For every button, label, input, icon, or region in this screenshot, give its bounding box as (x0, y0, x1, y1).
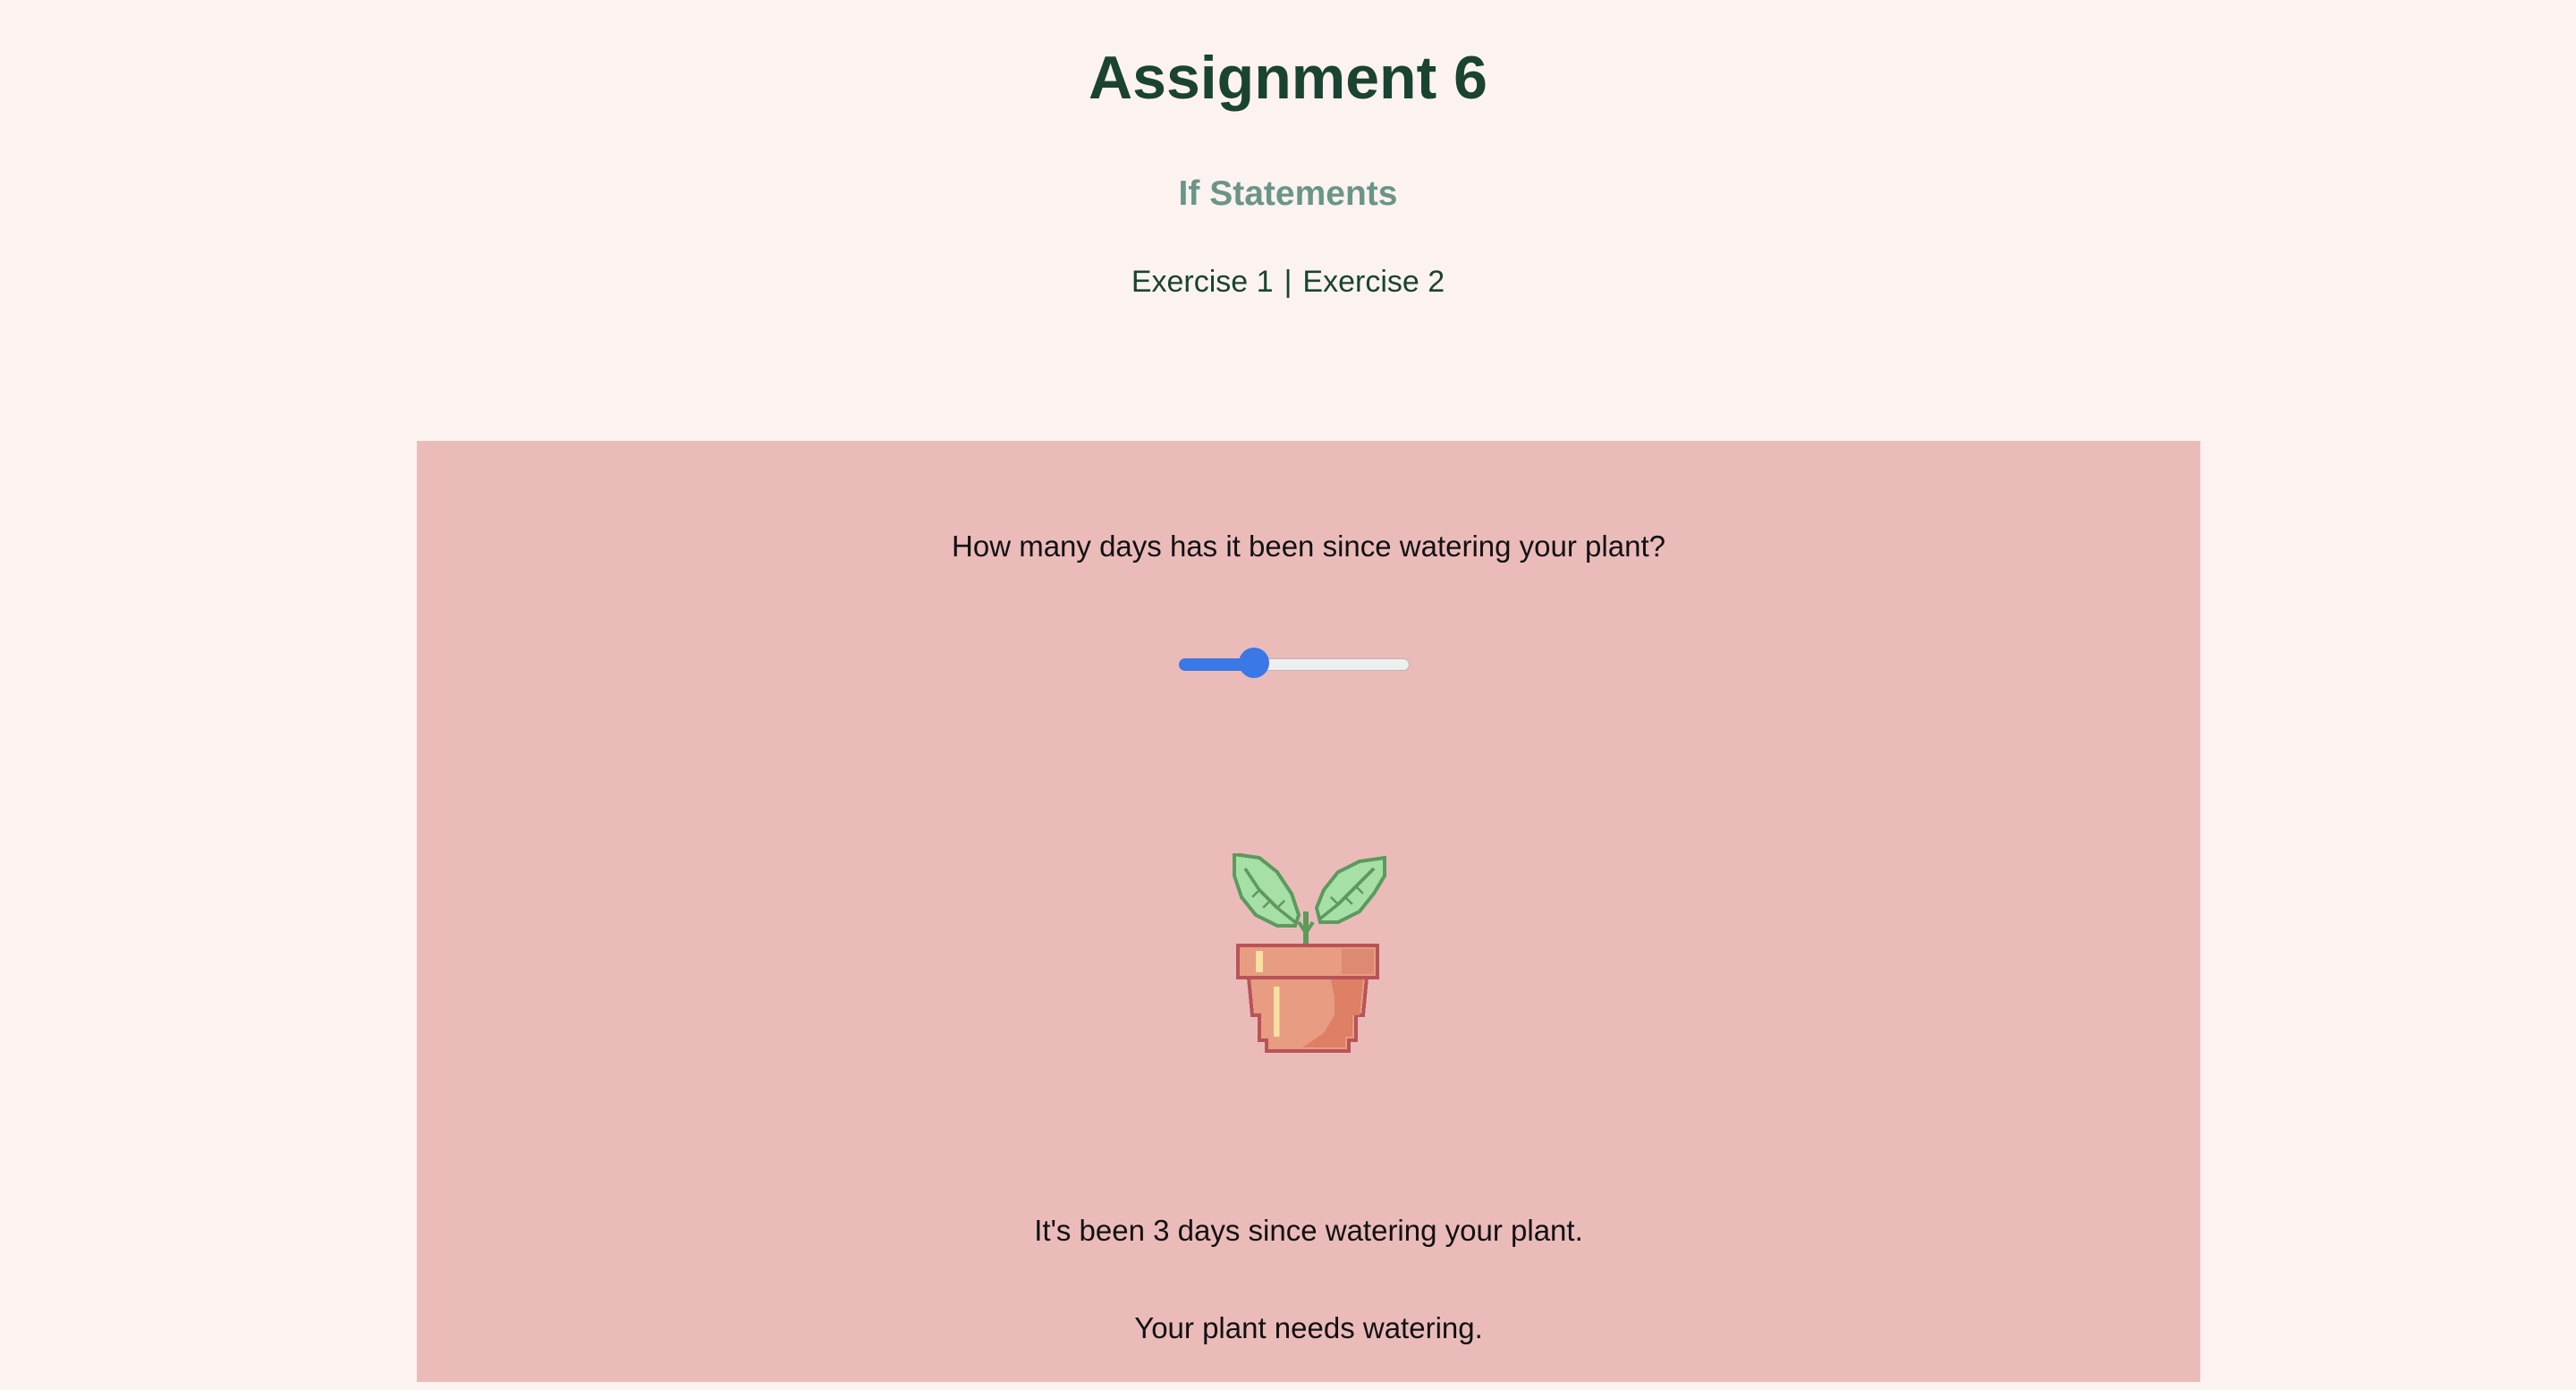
days-message: It's been 3 days since watering your pla… (1034, 1214, 1583, 1247)
slider-thumb[interactable] (1238, 648, 1269, 678)
page-title: Assignment 6 (1089, 44, 1487, 112)
exercise-nav: Exercise 1 | Exercise 2 (0, 261, 2576, 302)
advice-message: Your plant needs watering. (1134, 1311, 1483, 1344)
potted-plant-icon (1233, 853, 1386, 1053)
page-subtitle: If Statements (1178, 174, 1398, 213)
nav-separator: | (1284, 265, 1292, 299)
days-slider[interactable] (1179, 648, 1410, 678)
nav-link-exercise-1[interactable]: Exercise 1 (1131, 265, 1274, 299)
nav-link-exercise-2[interactable]: Exercise 2 (1302, 265, 1445, 299)
exercise-question: How many days has it been since watering… (952, 530, 1665, 563)
